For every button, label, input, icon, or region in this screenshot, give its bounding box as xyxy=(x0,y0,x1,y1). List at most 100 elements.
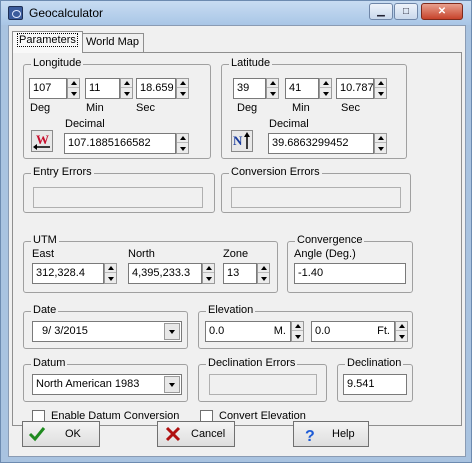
help-question-icon: ? xyxy=(305,428,315,442)
longitude-group: Longitude 107 11 18.659 Deg Min Sec Deci… xyxy=(23,57,211,159)
spin-down-icon[interactable] xyxy=(177,144,188,153)
spin-up-icon[interactable] xyxy=(375,79,386,88)
spin-up-icon[interactable] xyxy=(258,264,269,273)
utm-north-spinner[interactable] xyxy=(202,263,215,284)
ok-button[interactable]: OK xyxy=(22,421,100,447)
spin-up-icon[interactable] xyxy=(121,79,132,88)
spin-up-icon[interactable] xyxy=(375,134,386,143)
spin-down-icon[interactable] xyxy=(258,274,269,283)
longitude-decimal-field[interactable]: 107.1885166582 xyxy=(64,133,176,154)
datum-dropdown-button[interactable] xyxy=(164,376,180,393)
spin-down-icon[interactable] xyxy=(396,332,407,341)
latitude-sec-spinner[interactable] xyxy=(374,78,387,99)
longitude-decimal-spinner[interactable] xyxy=(176,133,189,154)
elevation-feet-field[interactable]: 0.0 Ft. xyxy=(311,321,395,342)
entry-errors-group: Entry Errors xyxy=(23,166,215,213)
spin-up-icon[interactable] xyxy=(396,322,407,331)
utm-east-spinner[interactable] xyxy=(104,263,117,284)
utm-zone-field[interactable]: 13 xyxy=(223,263,257,284)
close-button[interactable]: ✕ xyxy=(421,3,463,20)
spin-up-icon[interactable] xyxy=(177,134,188,143)
tab-parameters-label: Parameters xyxy=(17,33,78,47)
minimize-button[interactable]: ▁ xyxy=(369,3,393,20)
tab-world-map-label: World Map xyxy=(86,36,139,48)
spin-up-icon[interactable] xyxy=(320,79,331,88)
conversion-errors-label: Conversion Errors xyxy=(229,166,322,178)
north-direction-button[interactable]: N xyxy=(231,130,253,152)
convergence-angle-label: Angle (Deg.) xyxy=(294,248,356,260)
latitude-sec-label: Sec xyxy=(341,102,360,114)
chevron-down-icon xyxy=(169,382,175,387)
checkmark-icon xyxy=(28,427,46,442)
convergence-field[interactable]: -1.40 xyxy=(294,263,406,284)
longitude-min-spinner[interactable] xyxy=(120,78,133,99)
utm-group: UTM East North Zone 312,328.4 4,395,233.… xyxy=(23,234,278,293)
utm-north-label: North xyxy=(128,248,155,260)
cancel-button-label: Cancel xyxy=(191,428,226,440)
spin-down-icon[interactable] xyxy=(105,274,116,283)
maximize-button[interactable]: □ xyxy=(394,3,418,20)
latitude-decimal-spinner[interactable] xyxy=(374,133,387,154)
longitude-sec-spinner[interactable] xyxy=(176,78,189,99)
spin-up-icon[interactable] xyxy=(177,79,188,88)
spin-down-icon[interactable] xyxy=(292,332,303,341)
elevation-meters-field[interactable]: 0.0 M. xyxy=(205,321,291,342)
parameters-panel: Longitude 107 11 18.659 Deg Min Sec Deci… xyxy=(12,52,462,426)
latitude-deg-spinner[interactable] xyxy=(266,78,279,99)
date-dropdown-button[interactable] xyxy=(164,323,180,340)
chevron-down-icon xyxy=(169,329,175,334)
spin-down-icon[interactable] xyxy=(375,89,386,98)
tab-parameters[interactable]: Parameters xyxy=(12,31,83,53)
longitude-deg-label: Deg xyxy=(30,102,51,114)
elevation-group: Elevation 0.0 M. 0.0 Ft. xyxy=(198,304,413,349)
west-direction-button[interactable]: W xyxy=(31,130,53,152)
tab-world-map[interactable]: World Map xyxy=(81,33,144,52)
conversion-errors-group: Conversion Errors xyxy=(221,166,411,213)
datum-select[interactable]: North American 1983 xyxy=(32,374,182,395)
utm-north-field[interactable]: 4,395,233.3 xyxy=(128,263,202,284)
longitude-deg-field[interactable]: 107 xyxy=(29,78,67,99)
longitude-min-field[interactable]: 11 xyxy=(85,78,120,99)
window-title: Geocalculator xyxy=(29,6,104,20)
spin-down-icon[interactable] xyxy=(375,144,386,153)
cancel-button[interactable]: Cancel xyxy=(157,421,235,447)
spin-down-icon[interactable] xyxy=(203,274,214,283)
elevation-feet-unit: Ft. xyxy=(377,325,390,337)
latitude-decimal-field[interactable]: 39.6863299452 xyxy=(268,133,374,154)
declination-group-label: Declination xyxy=(345,357,404,369)
elevation-feet-spinner[interactable] xyxy=(395,321,408,342)
latitude-deg-field[interactable]: 39 xyxy=(233,78,266,99)
utm-zone-spinner[interactable] xyxy=(257,263,270,284)
dialog-client: Parameters World Map Longitude 107 11 18… xyxy=(8,25,466,457)
latitude-sec-field[interactable]: 10.787 xyxy=(336,78,374,99)
help-button-label: Help xyxy=(332,428,355,440)
declination-field[interactable]: 9.541 xyxy=(343,374,407,395)
date-group-label: Date xyxy=(31,304,59,316)
spin-up-icon[interactable] xyxy=(105,264,116,273)
latitude-min-field[interactable]: 41 xyxy=(285,78,319,99)
longitude-sec-field[interactable]: 18.659 xyxy=(136,78,176,99)
latitude-min-spinner[interactable] xyxy=(319,78,332,99)
spin-up-icon[interactable] xyxy=(203,264,214,273)
spin-up-icon[interactable] xyxy=(267,79,278,88)
spin-down-icon[interactable] xyxy=(68,89,79,98)
spin-down-icon[interactable] xyxy=(177,89,188,98)
spin-up-icon[interactable] xyxy=(292,322,303,331)
date-picker[interactable]: 9/ 3/2015 xyxy=(32,321,182,342)
help-button[interactable]: ? Help xyxy=(293,421,369,447)
declination-errors-group: Declination Errors xyxy=(198,357,327,402)
entry-errors-label: Entry Errors xyxy=(31,166,94,178)
spin-down-icon[interactable] xyxy=(267,89,278,98)
spin-up-icon[interactable] xyxy=(68,79,79,88)
title-bar[interactable]: Geocalculator ▁ □ ✕ xyxy=(1,1,471,25)
utm-east-field[interactable]: 312,328.4 xyxy=(32,263,104,284)
elevation-meters-spinner[interactable] xyxy=(291,321,304,342)
svg-text:N: N xyxy=(233,133,243,148)
longitude-sec-label: Sec xyxy=(136,102,155,114)
longitude-deg-spinner[interactable] xyxy=(67,78,80,99)
convergence-group-label: Convergence xyxy=(295,234,365,246)
spin-down-icon[interactable] xyxy=(320,89,331,98)
declination-errors-field xyxy=(209,374,317,395)
west-arrow-icon: W xyxy=(33,132,50,150)
spin-down-icon[interactable] xyxy=(121,89,132,98)
